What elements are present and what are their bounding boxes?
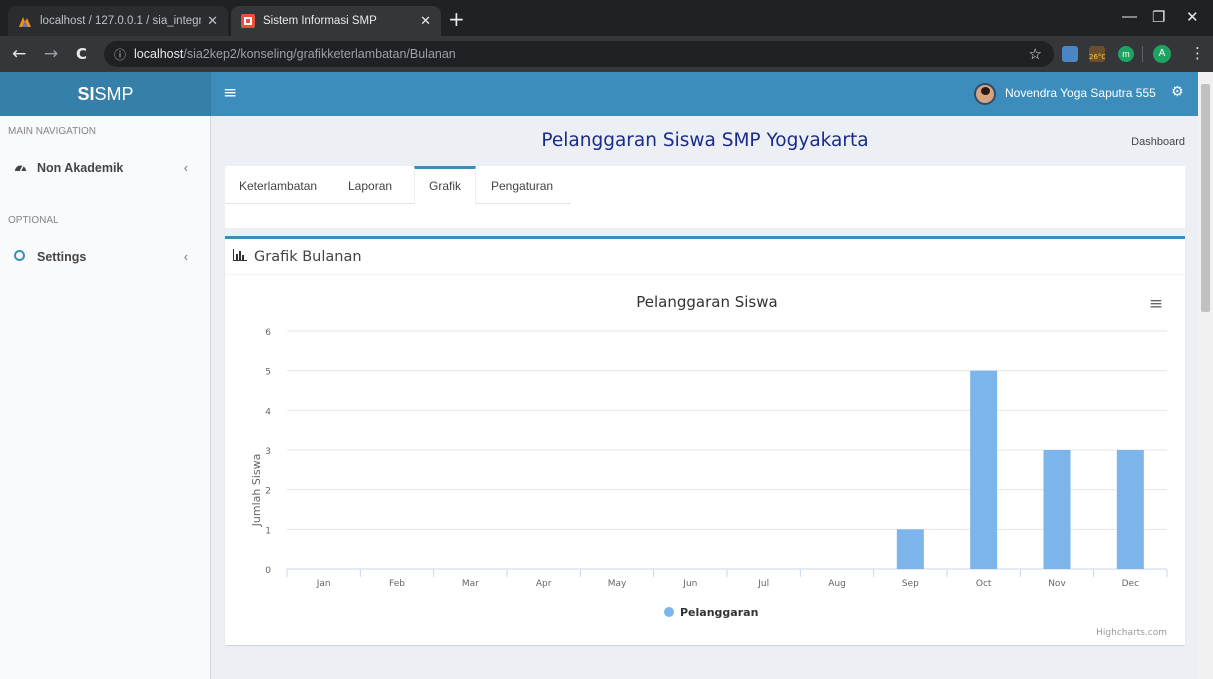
close-tab-icon[interactable]: ✕ [420, 13, 431, 29]
reload-button[interactable]: C [76, 45, 87, 63]
chart-gridlines [287, 330, 1167, 570]
user-avatar[interactable] [974, 83, 996, 105]
sidebar-item-settings[interactable]: Settings ‹ [14, 247, 204, 267]
url-path: /sia2kep2/konseling/grafikketerlambatan/… [183, 47, 456, 61]
x-tick-label: Mar [462, 579, 479, 589]
chart-bars [896, 370, 1144, 569]
app-logo[interactable]: SI SMP [0, 72, 211, 116]
bar-oct[interactable] [970, 370, 998, 569]
sidebar-header-main: MAIN NAVIGATION [8, 126, 96, 137]
user-name[interactable]: Novendra Yoga Saputra 555 [1005, 86, 1156, 100]
browser-tab-phpmyadmin[interactable]: localhost / 127.0.0.1 / sia_integra ✕ [8, 6, 228, 36]
toolbar-divider [1142, 46, 1143, 62]
gears-icon[interactable]: ⚙ [1171, 84, 1184, 100]
chevron-left-icon: ‹ [183, 161, 188, 175]
nav-tabs-box: Keterlambatan Laporan Grafik Pengaturan [225, 166, 1185, 228]
chart-box: Grafik Bulanan Pelanggaran Siswa ≡ 0 1 2 3 4… [225, 236, 1185, 645]
sidebar-item-label: Settings [37, 250, 87, 264]
bar-nov[interactable] [1043, 450, 1071, 569]
y-tick-label: 0 [265, 566, 271, 576]
site-info-icon[interactable]: ⓘ [114, 46, 126, 63]
y-tick-label: 2 [265, 487, 271, 497]
browser-toolbar: ← → C ⓘ localhost/sia2kep2/konseling/gra… [0, 36, 1213, 72]
monthly-violation-chart: Pelanggaran Siswa ≡ 0 1 2 3 4 5 6 Jumlah Siswa… [250, 293, 1168, 638]
chart-y-ticks: 0 1 2 3 4 5 6 [265, 328, 271, 576]
chart-y-axis-label: Jumlah Siswa [250, 454, 263, 528]
extension-m-icon[interactable]: m [1118, 46, 1134, 62]
x-tick-label: Jun [682, 579, 697, 589]
forward-button[interactable]: → [44, 44, 58, 64]
maximize-button[interactable]: ❐ [1152, 8, 1165, 26]
circle-icon [14, 250, 28, 264]
chart-box-header: Grafik Bulanan [225, 239, 1185, 275]
chart-legend[interactable]: Pelanggaran [664, 606, 758, 619]
tab-pengaturan[interactable]: Pengaturan [477, 166, 567, 204]
chart-x-axis: Jan Feb Mar Apr May Jun Jul Aug Sep Oct Nov Dec [286, 569, 1168, 589]
sidebar: MAIN NAVIGATION Non Akademik ‹ OPTIONAL … [0, 116, 211, 679]
browser-menu-icon[interactable]: ⋮ [1190, 44, 1205, 62]
minimize-button[interactable]: — [1122, 8, 1137, 25]
dashboard-icon [14, 161, 28, 175]
sidebar-item-label: Non Akademik [37, 161, 124, 175]
close-tab-icon[interactable]: ✕ [207, 13, 218, 29]
weather-extension-icon[interactable]: 26°C [1089, 46, 1105, 62]
legend-label: Pelanggaran [680, 606, 758, 619]
url-host: localhost [134, 47, 184, 61]
tab-grafik[interactable]: Grafik [414, 166, 477, 204]
y-tick-label: 1 [265, 526, 271, 536]
x-tick-label: Jul [757, 579, 769, 589]
nav-tabs: Keterlambatan Laporan Grafik Pengaturan [225, 166, 571, 204]
browser-tab-strip: localhost / 127.0.0.1 / sia_integra ✕ Si… [0, 0, 1213, 36]
page-scrollbar[interactable] [1198, 72, 1213, 679]
browser-tab-sistem-informasi[interactable]: Sistem Informasi SMP ✕ [231, 6, 441, 36]
back-button[interactable]: ← [12, 44, 26, 64]
tab-keterlambatan[interactable]: Keterlambatan [225, 166, 331, 204]
chart-box-title: Grafik Bulanan [254, 248, 362, 265]
logo-bold-text: SI [77, 83, 95, 104]
scrollbar-thumb[interactable] [1201, 84, 1210, 312]
x-tick-label: Apr [536, 579, 552, 589]
x-tick-label: Sep [902, 579, 919, 589]
chevron-left-icon: ‹ [183, 250, 188, 264]
bookmark-star-icon[interactable]: ☆ [1029, 45, 1042, 63]
browser-tab-title: localhost / 127.0.0.1 / sia_integra [40, 15, 202, 27]
translate-extension-icon[interactable] [1062, 46, 1078, 62]
new-tab-button[interactable]: + [448, 9, 465, 29]
breadcrumb-dashboard[interactable]: Dashboard [1131, 136, 1185, 148]
bar-dec[interactable] [1116, 450, 1144, 569]
chart-credits[interactable]: Highcharts.com [1096, 628, 1167, 638]
y-tick-label: 4 [265, 407, 271, 417]
x-tick-label: May [608, 579, 627, 589]
x-tick-label: Aug [828, 579, 846, 589]
sidebar-header-optional: OPTIONAL [8, 215, 59, 226]
x-tick-label: Feb [389, 579, 405, 589]
y-tick-label: 3 [265, 447, 271, 457]
app-favicon-icon [241, 14, 255, 28]
logo-text: SMP [94, 83, 134, 104]
phpmyadmin-favicon-icon [19, 17, 31, 27]
legend-marker [664, 607, 674, 617]
top-navbar: ≡ Novendra Yoga Saputra 555 ⚙ [211, 72, 1198, 116]
y-tick-label: 6 [265, 328, 271, 338]
sidebar-toggle-icon[interactable]: ≡ [223, 83, 237, 103]
x-tick-label: Nov [1048, 579, 1066, 589]
x-tick-label: Oct [976, 579, 992, 589]
browser-tab-title: Sistem Informasi SMP [263, 15, 377, 27]
page-title: Pelanggaran Siswa SMP Yogyakarta [541, 130, 869, 151]
profile-avatar[interactable]: A [1153, 45, 1171, 63]
bar-sep[interactable] [896, 529, 924, 569]
tab-laporan[interactable]: Laporan [334, 166, 406, 204]
chart-menu-icon[interactable]: ≡ [1149, 294, 1163, 314]
address-bar[interactable]: ⓘ localhost/sia2kep2/konseling/grafikket… [104, 41, 1054, 67]
chart-title: Pelanggaran Siswa [636, 293, 777, 311]
y-tick-label: 5 [265, 368, 271, 378]
sidebar-item-non-akademik[interactable]: Non Akademik ‹ [14, 158, 204, 178]
close-window-button[interactable]: ✕ [1186, 8, 1199, 26]
x-tick-label: Dec [1122, 579, 1139, 589]
bar-chart-icon [233, 248, 247, 265]
x-tick-label: Jan [316, 579, 331, 589]
